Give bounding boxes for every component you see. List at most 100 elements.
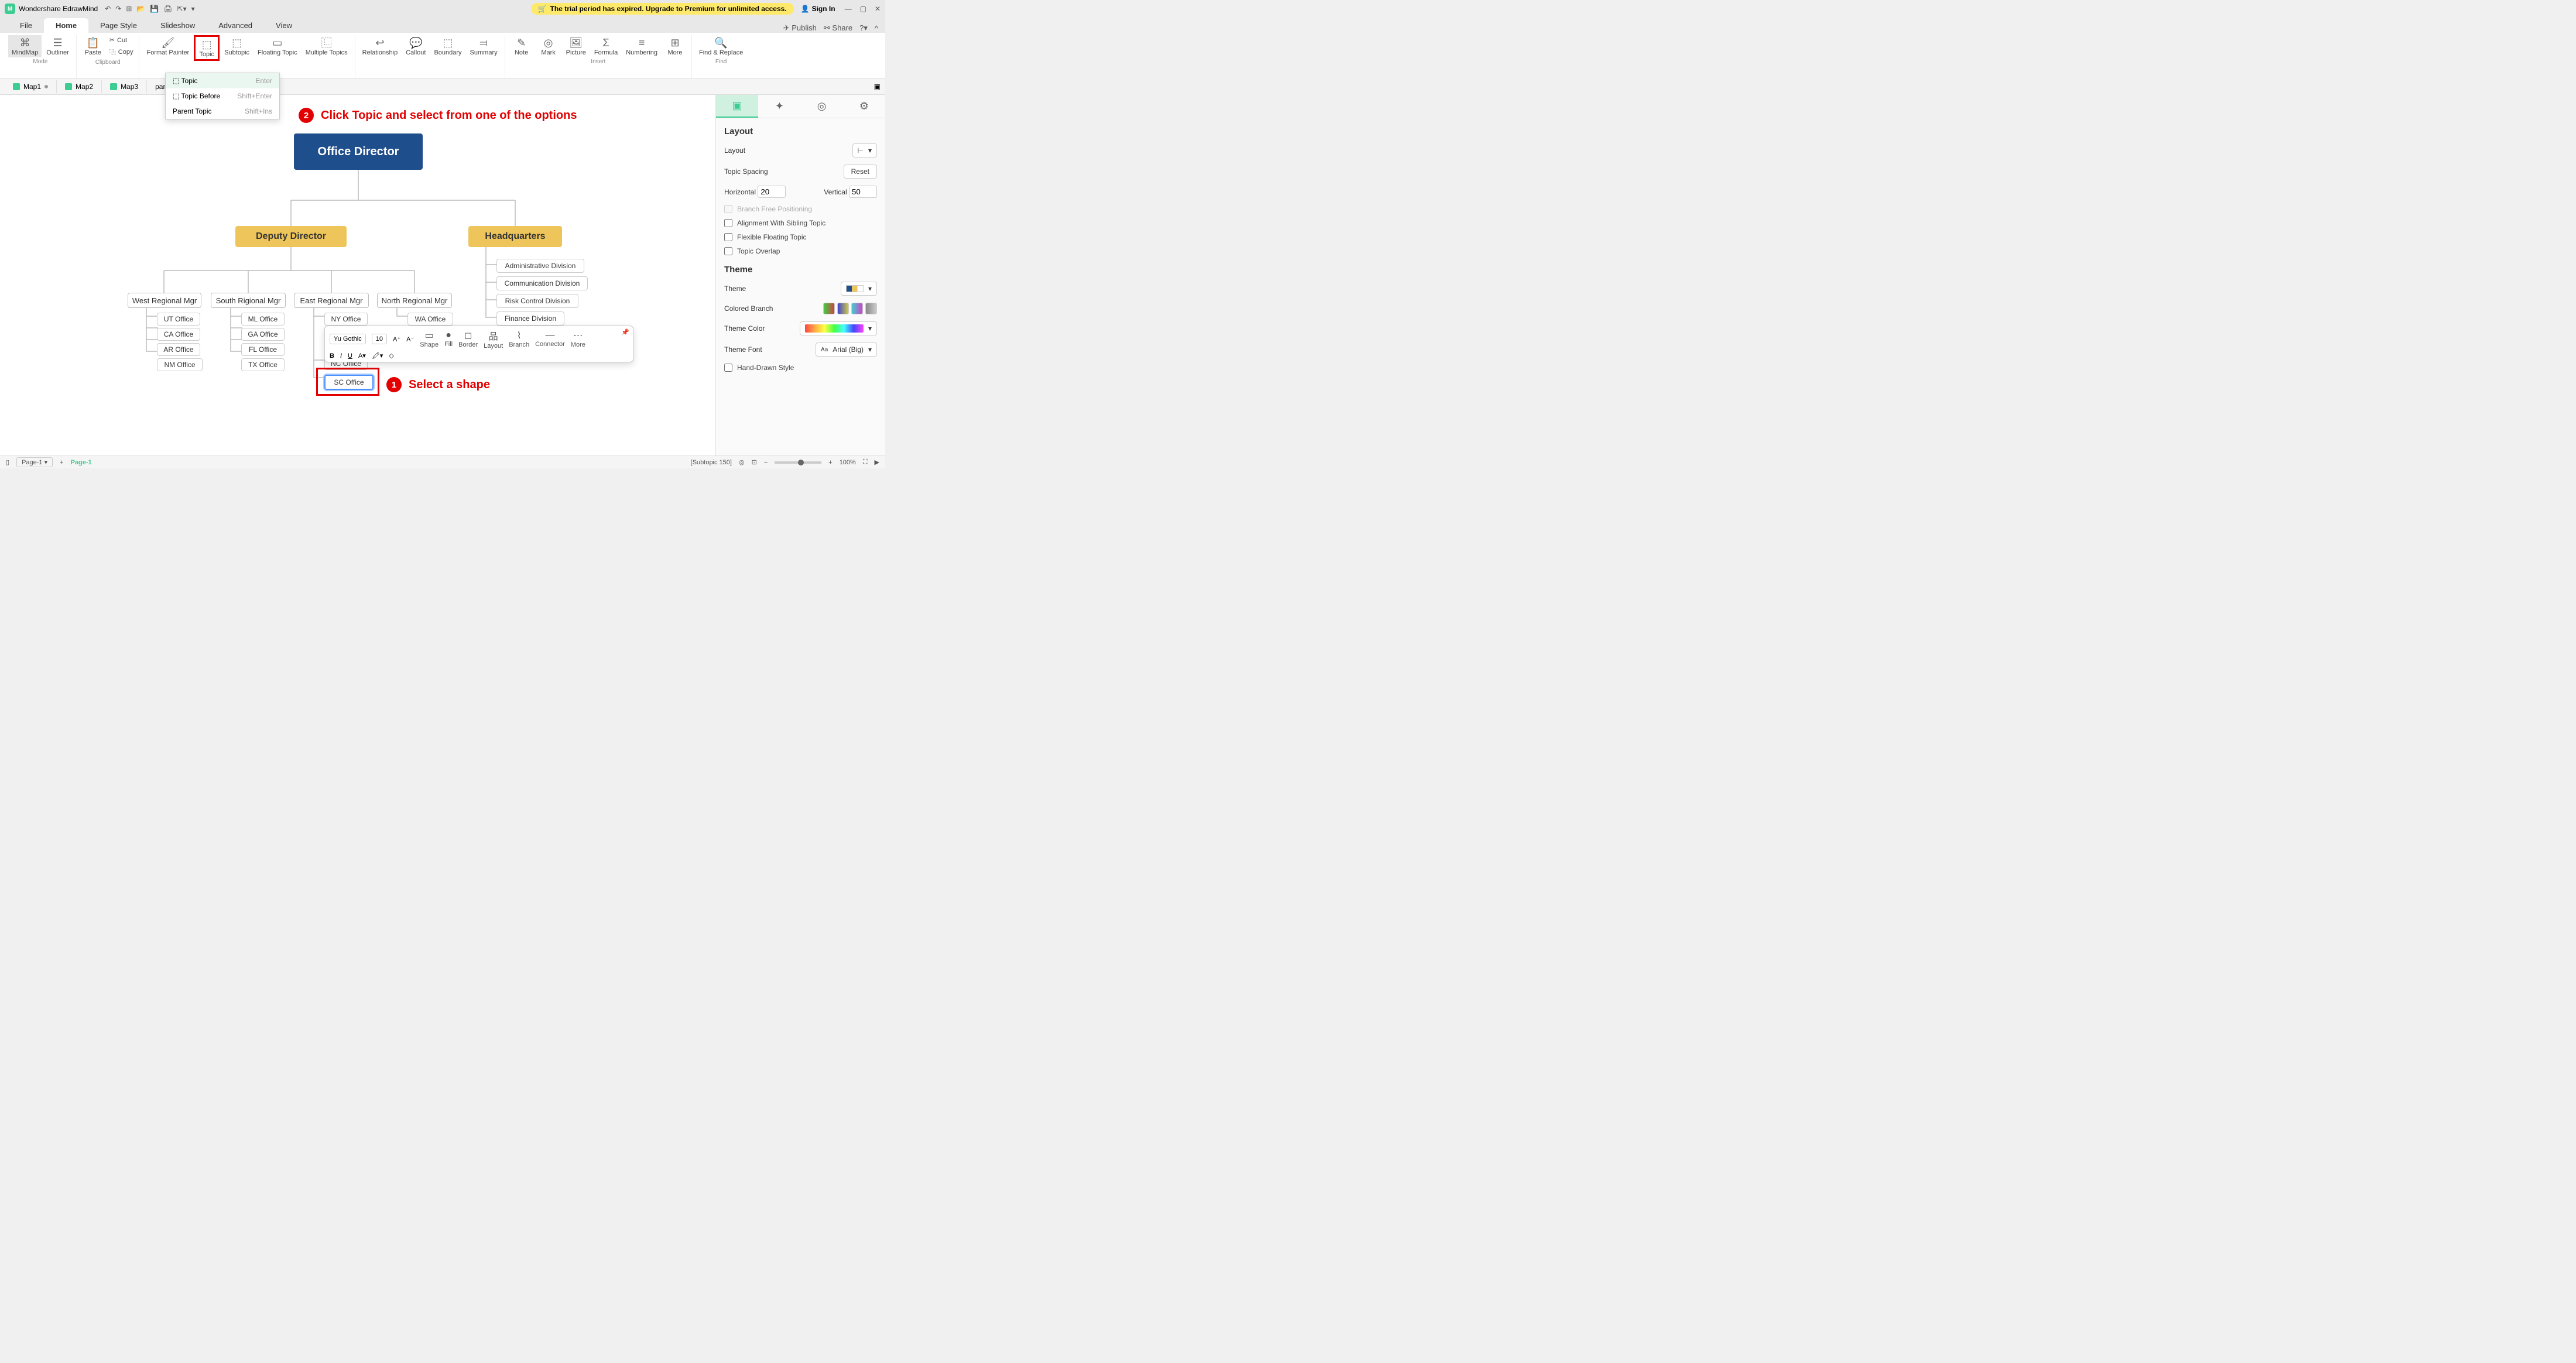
panel-toggle-icon[interactable]: ▣ <box>869 83 885 91</box>
dropdown-parent-topic[interactable]: Parent TopicShift+Ins <box>166 104 279 119</box>
zoom-in-icon[interactable]: + <box>828 459 832 466</box>
node-deputy[interactable]: Deputy Director <box>235 226 347 247</box>
qat-more-icon[interactable]: ▾ <box>191 5 195 13</box>
node-root[interactable]: Office Director <box>294 133 423 170</box>
tab-file[interactable]: File <box>8 18 44 33</box>
node-ml[interactable]: ML Office <box>241 313 285 326</box>
zoom-out-icon[interactable]: − <box>764 459 768 466</box>
fullscreen-icon[interactable]: ⛶ <box>863 458 868 466</box>
node-risk[interactable]: Risk Control Division <box>496 294 578 308</box>
hand-drawn-check[interactable]: Hand-Drawn Style <box>724 364 877 372</box>
focus-icon[interactable]: ◎ <box>739 458 745 466</box>
reset-button[interactable]: Reset <box>844 165 877 179</box>
tab-advanced[interactable]: Advanced <box>207 18 264 33</box>
maximize-icon[interactable]: ▢ <box>860 5 866 13</box>
sidetab-style[interactable]: ✦ <box>758 95 800 118</box>
node-ar[interactable]: AR Office <box>157 343 200 356</box>
zoom-level[interactable]: 100% <box>840 459 856 466</box>
node-fl[interactable]: FL Office <box>241 343 285 356</box>
node-ny[interactable]: NY Office <box>324 313 368 326</box>
copy-button[interactable]: ⿻Copy <box>107 46 136 58</box>
node-south[interactable]: South Rigional Mgr <box>211 293 286 308</box>
close-icon[interactable]: ✕ <box>875 5 881 13</box>
node-east[interactable]: East Regional Mgr <box>294 293 369 308</box>
summary-button[interactable]: ⫤Summary <box>467 35 501 57</box>
node-nm[interactable]: NM Office <box>157 358 203 371</box>
node-admin[interactable]: Administrative Division <box>496 259 584 273</box>
format-painter-button[interactable]: 🖌Format Painter <box>143 35 193 61</box>
flexible-floating-check[interactable]: Flexible Floating Topic <box>724 233 877 241</box>
mark-button[interactable]: ◎Mark <box>536 35 561 57</box>
dropdown-topic[interactable]: ⬚ TopicEnter <box>166 73 279 88</box>
swatch-3[interactable] <box>851 303 863 314</box>
font-color-button[interactable]: A▾ <box>358 352 366 359</box>
size-select[interactable]: 10 <box>372 334 387 344</box>
subtopic-button[interactable]: ⬚Subtopic <box>221 35 253 61</box>
node-ga[interactable]: GA Office <box>241 328 285 341</box>
present-icon[interactable]: ▶ <box>875 458 879 466</box>
pin-icon[interactable]: 📌 <box>621 328 629 336</box>
node-north[interactable]: North Regional Mgr <box>377 293 452 308</box>
tab-slideshow[interactable]: Slideshow <box>149 18 207 33</box>
theme-font-select[interactable]: Aa Arial (Big) ▾ <box>816 343 877 357</box>
layout-button[interactable]: 品Layout <box>484 328 503 350</box>
tab-pagestyle[interactable]: Page Style <box>88 18 149 33</box>
picture-button[interactable]: 🖼Picture <box>563 35 590 57</box>
topic-overlap-check[interactable]: Topic Overlap <box>724 247 877 255</box>
doctab-map2[interactable]: Map2 <box>57 80 102 93</box>
trial-banner[interactable]: 🛒 The trial period has expired. Upgrade … <box>531 3 794 15</box>
multiple-topics-button[interactable]: ⿺Multiple Topics <box>302 35 351 61</box>
more-button[interactable]: ⊞More <box>662 35 688 57</box>
relationship-button[interactable]: ↩Relationship <box>359 35 402 57</box>
share-button[interactable]: ⚯ Share <box>824 23 852 33</box>
align-sibling-check[interactable]: Alignment With Sibling Topic <box>724 219 877 227</box>
zoom-slider[interactable] <box>775 461 821 464</box>
font-select[interactable]: Yu Gothic <box>330 334 366 344</box>
page-select[interactable]: Page-1 ▾ <box>16 457 53 467</box>
shrink-font-icon[interactable]: A⁻ <box>406 335 414 343</box>
node-fin[interactable]: Finance Division <box>496 311 564 326</box>
eyedropper-icon[interactable]: ◇ <box>389 352 393 359</box>
print-icon[interactable]: 🖨 <box>163 5 172 13</box>
node-tx[interactable]: TX Office <box>241 358 285 371</box>
undo-icon[interactable]: ↶ <box>105 5 111 13</box>
swatch-2[interactable] <box>837 303 849 314</box>
minimize-icon[interactable]: — <box>845 5 852 13</box>
find-replace-button[interactable]: 🔍Find & Replace <box>696 35 746 57</box>
theme-color-select[interactable]: ▾ <box>800 321 877 335</box>
connector-button[interactable]: —Connector <box>535 330 565 348</box>
grow-font-icon[interactable]: A⁺ <box>393 335 400 343</box>
mini-more-button[interactable]: ⋯More <box>571 330 585 348</box>
save-icon[interactable]: 💾 <box>150 5 159 13</box>
node-hq[interactable]: Headquarters <box>468 226 562 247</box>
boundary-button[interactable]: ⬚Boundary <box>430 35 465 57</box>
node-comm[interactable]: Communication Division <box>496 276 588 290</box>
open-icon[interactable]: 📂 <box>136 5 145 13</box>
tab-view[interactable]: View <box>264 18 304 33</box>
fit-icon[interactable]: ⊡ <box>752 458 757 466</box>
collapse-ribbon-icon[interactable]: ^ <box>875 24 878 33</box>
branch-button[interactable]: ⌇Branch <box>509 330 529 348</box>
theme-select[interactable]: ▾ <box>841 282 877 296</box>
formula-button[interactable]: ΣFormula <box>591 35 621 57</box>
callout-button[interactable]: 💬Callout <box>402 35 429 57</box>
floating-topic-button[interactable]: ▭Floating Topic <box>254 35 301 61</box>
border-button[interactable]: ◻Border <box>458 330 478 348</box>
canvas[interactable]: Office Director Deputy Director Headquar… <box>0 95 715 456</box>
horizontal-input[interactable] <box>758 186 786 198</box>
italic-button[interactable]: I <box>340 352 342 359</box>
bold-button[interactable]: B <box>330 352 334 359</box>
cut-button[interactable]: ✂Cut <box>107 35 136 45</box>
tab-home[interactable]: Home <box>44 18 88 33</box>
help-icon[interactable]: ?▾ <box>859 23 868 33</box>
node-wa[interactable]: WA Office <box>407 313 453 326</box>
outliner-button[interactable]: ☰Outliner <box>43 35 73 57</box>
underline-button[interactable]: U <box>348 352 352 359</box>
paste-button[interactable]: 📋Paste <box>80 35 106 58</box>
swatch-1[interactable] <box>823 303 835 314</box>
sidetab-settings[interactable]: ⚙ <box>843 95 885 118</box>
publish-button[interactable]: ✈ Publish <box>783 23 817 33</box>
active-page[interactable]: Page-1 <box>71 459 92 466</box>
fill-button[interactable]: ●Fill <box>444 330 453 348</box>
sidetab-mark[interactable]: ◎ <box>801 95 843 118</box>
